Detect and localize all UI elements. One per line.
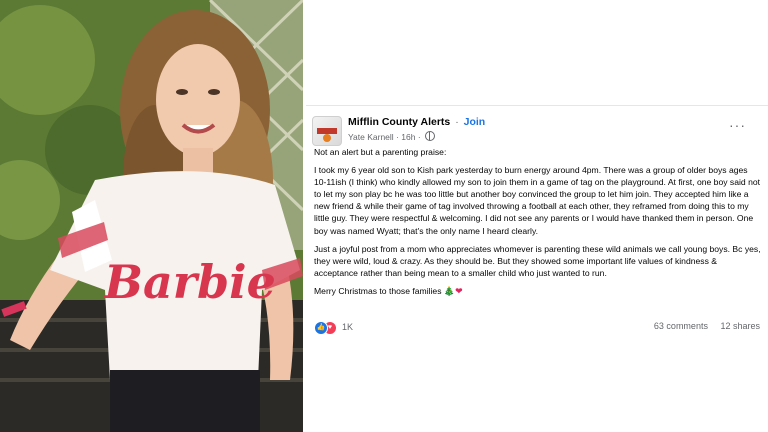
shirt-text: Barbie (102, 255, 276, 309)
join-button[interactable]: Join (464, 116, 486, 128)
post-body: Not an alert but a parenting praise: I t… (314, 146, 762, 303)
byline-separator: · (396, 132, 399, 142)
separator: · (455, 116, 459, 128)
like-reaction-icon: 👍 (314, 321, 328, 335)
author-name[interactable]: Yate Karnell (348, 132, 394, 142)
byline-separator-2: · (417, 132, 421, 142)
post-header: Mifflin County Alerts · Join Yate Karnel… (312, 114, 752, 146)
reactions-count[interactable]: 1K (342, 322, 353, 332)
group-logo[interactable] (312, 116, 342, 146)
post-paragraph: Just a joyful post from a mom who apprec… (314, 243, 761, 278)
post-paragraph: I took my 6 year old son to Kish park ye… (314, 165, 761, 236)
shares-count[interactable]: 12 shares (720, 321, 760, 331)
engagement-counts: 63 comments 12 shares (654, 321, 760, 331)
christmas-tree-icon: 🎄 (443, 285, 456, 296)
post-paragraph: Not an alert but a parenting praise: (314, 147, 447, 157)
facebook-post: Mifflin County Alerts · Join Yate Karnel… (306, 105, 768, 346)
public-globe-icon (425, 131, 436, 141)
post-photo: Barbie (0, 0, 303, 432)
heart-icon: ❤ (455, 285, 463, 296)
post-closing-line: Merry Christmas to those families 🎄❤ (314, 285, 762, 297)
more-options-icon[interactable]: ··· (729, 118, 746, 132)
post-byline: Yate Karnell · 16h · (348, 131, 436, 142)
group-name-link[interactable]: Mifflin County Alerts (348, 116, 450, 128)
group-name-line: Mifflin County Alerts · Join (348, 116, 485, 128)
post-footer: 👍 ♥ 1K 63 comments 12 shares (314, 320, 760, 336)
post-time[interactable]: 16h (401, 132, 415, 142)
woman-photo-illustration: Barbie (0, 0, 303, 432)
logo-dot (323, 134, 331, 142)
closing-text: Merry Christmas to those families (314, 285, 442, 296)
comments-count[interactable]: 63 comments (654, 321, 708, 331)
